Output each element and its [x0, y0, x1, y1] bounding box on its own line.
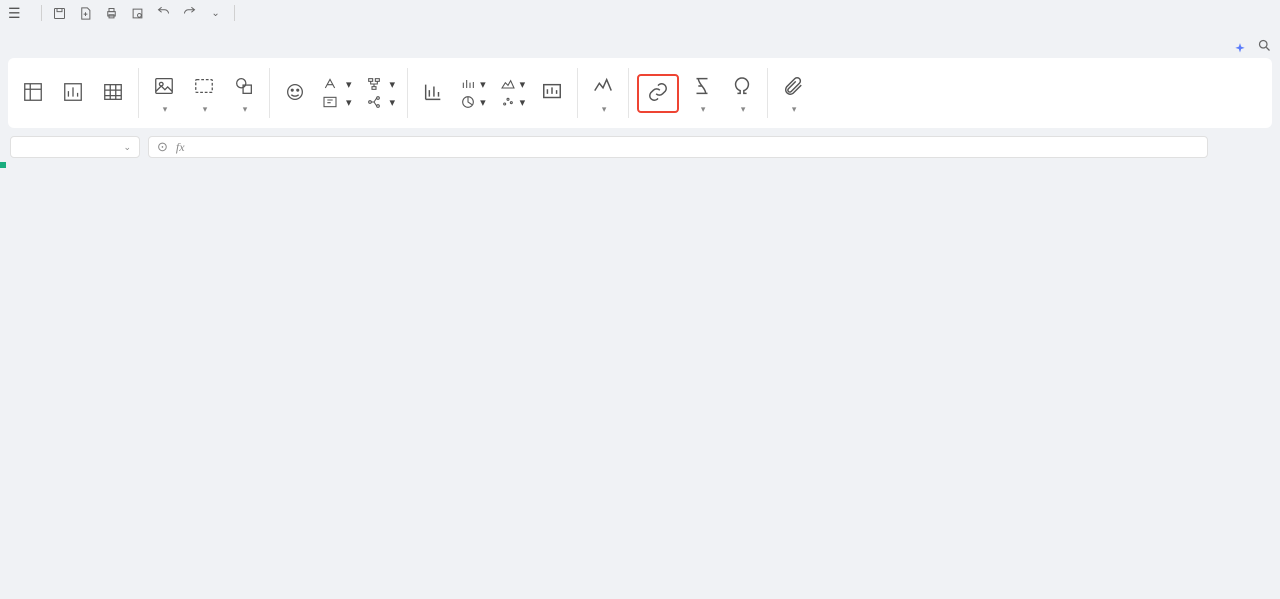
- name-box[interactable]: ⌄: [10, 136, 140, 158]
- undo-icon[interactable]: [156, 5, 172, 21]
- print-icon[interactable]: [104, 5, 120, 21]
- chart-button[interactable]: [416, 78, 450, 109]
- icons-button[interactable]: [278, 78, 312, 109]
- formula-bar[interactable]: ⊙ fx: [148, 136, 1208, 158]
- pivot-chart-button[interactable]: [56, 78, 90, 109]
- pie-mini-button[interactable]: ▾: [460, 94, 486, 110]
- ribbon-divider: [138, 68, 139, 118]
- table-icon: [102, 78, 124, 106]
- pivot-chart-icon: [62, 78, 84, 106]
- text-group: ▾ ▾: [318, 76, 356, 110]
- mini-chart-group: ▾ ▾: [456, 76, 490, 110]
- sparkline-button[interactable]: ▾: [586, 72, 620, 115]
- symbol-icon: [731, 72, 753, 100]
- textbox-button[interactable]: ▾: [322, 94, 352, 110]
- redo-icon[interactable]: [182, 5, 198, 21]
- diagram-group: ▾ ▾: [362, 76, 400, 110]
- formula-icon: [691, 72, 713, 100]
- screenshot-button[interactable]: ▾: [187, 72, 221, 115]
- scatter-mini-button[interactable]: ▾: [500, 94, 526, 110]
- dynamic-chart-icon: [541, 78, 563, 106]
- chart-icon: [422, 78, 444, 106]
- symbol-label: ▾: [739, 103, 746, 115]
- save-icon[interactable]: [52, 5, 68, 21]
- bar-mini-button[interactable]: ▾: [460, 76, 486, 92]
- flowchart-button[interactable]: ▾: [366, 76, 396, 92]
- formula-label: ▾: [699, 103, 706, 115]
- menu-icon[interactable]: ☰: [8, 5, 21, 22]
- ribbon-divider: [407, 68, 408, 118]
- screenshot-icon: [193, 72, 215, 100]
- picture-icon: [153, 72, 175, 100]
- export-icon[interactable]: [78, 5, 94, 21]
- screenshot-label: ▾: [201, 103, 208, 115]
- namebox-dropdown-icon[interactable]: ⌄: [123, 142, 131, 153]
- shapes-icon: [233, 72, 255, 100]
- shapes-label: ▾: [241, 103, 248, 115]
- attachment-label: ▾: [790, 103, 797, 115]
- attachment-button[interactable]: ▾: [776, 72, 810, 115]
- fx-icon[interactable]: fx: [176, 140, 185, 155]
- pivot-table-icon: [22, 78, 44, 106]
- selection-handle[interactable]: [0, 162, 6, 168]
- formula-button[interactable]: ▾: [685, 72, 719, 115]
- mini-chart-group2: ▾ ▾: [496, 76, 530, 110]
- picture-label: ▾: [161, 103, 168, 115]
- hyperlink-icon: [647, 78, 669, 106]
- ribbon-insert: ▾ ▾ ▾ ▾ ▾ ▾ ▾ ▾ ▾ ▾ ▾ ▾: [8, 58, 1272, 128]
- quick-access-toolbar: ☰ ⌄: [0, 0, 1280, 26]
- area-mini-button[interactable]: ▾: [500, 76, 526, 92]
- ai-spark-icon: [1233, 42, 1247, 56]
- shapes-button[interactable]: ▾: [227, 72, 261, 115]
- selection-box: [0, 162, 4, 166]
- dynamic-chart-button[interactable]: [535, 78, 569, 109]
- ribbon-divider: [767, 68, 768, 118]
- ribbon-divider: [577, 68, 578, 118]
- ribbon-divider: [628, 68, 629, 118]
- hyperlink-highlight: [637, 74, 679, 113]
- picture-button[interactable]: ▾: [147, 72, 181, 115]
- symbol-button[interactable]: ▾: [725, 72, 759, 115]
- separator: [234, 5, 235, 21]
- sparkline-label: ▾: [600, 103, 607, 115]
- mindmap-button[interactable]: ▾: [366, 94, 396, 110]
- wordart-button[interactable]: ▾: [322, 76, 352, 92]
- attachment-icon: [782, 72, 804, 100]
- sparkline-icon: [592, 72, 614, 100]
- icons-icon: [284, 78, 306, 106]
- search-icon[interactable]: [1257, 38, 1272, 56]
- ribbon-divider: [269, 68, 270, 118]
- print-preview-icon[interactable]: [130, 5, 146, 21]
- separator: [41, 5, 42, 21]
- menu-tabs: [0, 26, 1280, 56]
- wps-ai-button[interactable]: [1233, 42, 1251, 56]
- cancel-icon[interactable]: ⊙: [157, 139, 168, 155]
- quickaccess-dropdown-icon[interactable]: ⌄: [208, 5, 224, 21]
- formula-bar-row: ⌄ ⊙ fx: [0, 134, 1280, 160]
- hyperlink-button[interactable]: [641, 78, 675, 109]
- pivot-table-button[interactable]: [16, 78, 50, 109]
- table-button[interactable]: [96, 78, 130, 109]
